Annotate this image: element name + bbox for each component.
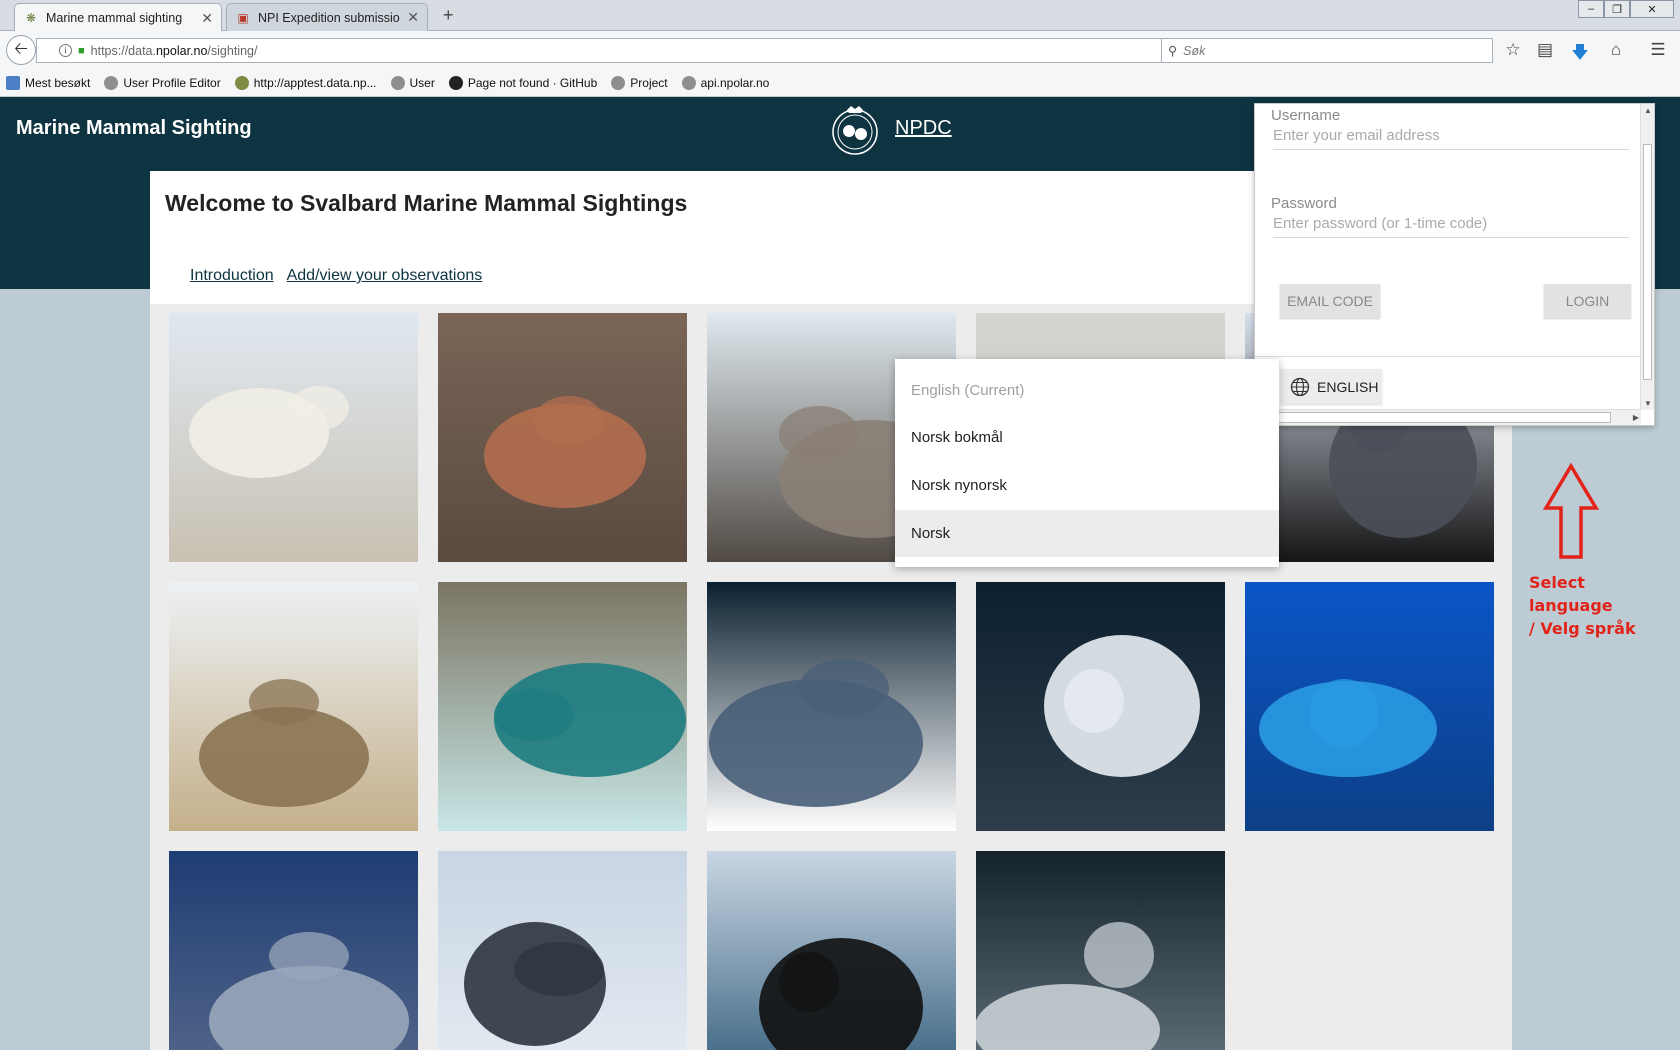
photo-fin-whale-blow[interactable]: [169, 851, 418, 1050]
home-icon[interactable]: ⌂: [1605, 40, 1627, 60]
language-option-norsk[interactable]: Norsk: [895, 510, 1279, 557]
photo-polar-bear-cub[interactable]: [169, 313, 418, 562]
bookmark-user[interactable]: User: [390, 75, 435, 90]
bookmark-project[interactable]: Project: [611, 75, 668, 90]
maximize-button[interactable]: ❐: [1604, 0, 1630, 18]
divider: [1255, 356, 1641, 357]
scroll-up-icon[interactable]: ▲: [1644, 106, 1652, 115]
globe-icon: [390, 75, 405, 90]
page-title: Welcome to Svalbard Marine Mammal Sighti…: [165, 190, 688, 216]
site-favicon-icon: ❋: [25, 11, 37, 25]
annotation-line-1: Select language: [1529, 573, 1613, 615]
language-option-norsk-bokmal[interactable]: Norsk bokmål: [895, 414, 1279, 461]
reading-list-icon[interactable]: ▤: [1534, 40, 1556, 60]
login-button[interactable]: LOGIN: [1544, 284, 1631, 318]
close-tab-icon[interactable]: ✕: [201, 10, 213, 27]
search-icon: ⚲: [1168, 44, 1178, 58]
site-info-icon[interactable]: i: [59, 44, 72, 57]
red-up-arrow-icon: [1543, 463, 1599, 559]
browser-search-box[interactable]: ⚲ Søk: [1161, 38, 1493, 63]
photo-orca-breach[interactable]: [707, 851, 956, 1050]
language-option-norsk-nynorsk[interactable]: Norsk nynorsk: [895, 462, 1279, 509]
search-placeholder: Søk: [1183, 43, 1206, 58]
scrollbar-thumb[interactable]: [1643, 144, 1652, 380]
photo-belugas[interactable]: [438, 582, 687, 831]
email-code-button[interactable]: EMAIL CODE: [1280, 284, 1380, 318]
tab-title: Marine mammal sighting: [46, 11, 183, 25]
photo-ringed-seal-pup[interactable]: [169, 582, 418, 831]
scroll-right-icon[interactable]: ▶: [1633, 413, 1639, 422]
select-language-annotation: Select language / Velg språk: [1529, 571, 1674, 640]
introduction-link[interactable]: Introduction: [190, 267, 274, 285]
globe-icon: [1290, 377, 1310, 396]
bookmark-most-visited[interactable]: Mest besøkt: [6, 75, 90, 90]
browser-navigation-bar: 🡠 i ■ https://data.npolar.no/sighting/ ↻…: [0, 31, 1680, 69]
bookmarks-toolbar: Mest besøkt User Profile Editor http://a…: [0, 69, 1680, 97]
browser-tab-strip: ❋ Marine mammal sighting ✕ ▣ NPI Expedit…: [0, 0, 1680, 32]
close-tab-icon[interactable]: ✕: [407, 9, 419, 26]
window-controls: – ❐ ✕: [1578, 0, 1674, 18]
github-icon: [448, 75, 463, 90]
npdc-link[interactable]: NPDC: [895, 117, 952, 140]
close-window-button[interactable]: ✕: [1630, 0, 1674, 18]
lock-icon: ■: [78, 44, 85, 57]
bookmark-api-npolar[interactable]: api.npolar.no: [681, 75, 769, 90]
bookmark-user-profile-editor[interactable]: User Profile Editor: [104, 75, 221, 90]
scrollbar-thumb[interactable]: [1261, 412, 1611, 423]
scroll-down-icon[interactable]: ▼: [1644, 399, 1652, 408]
photo-humpback-breach[interactable]: [438, 851, 687, 1050]
tab-marine-mammal-sighting[interactable]: ❋ Marine mammal sighting ✕: [14, 3, 222, 32]
annotation-line-2: / Velg språk: [1529, 619, 1636, 638]
bookmark-folder-icon: [6, 75, 20, 90]
language-menu: English (Current) Norsk bokmål Norsk nyn…: [895, 359, 1279, 567]
arrow-left-icon: 🡠: [14, 38, 28, 58]
globe-icon: [611, 75, 626, 90]
password-input[interactable]: [1273, 210, 1629, 238]
site-favicon-icon: [234, 75, 249, 90]
site-title[interactable]: Marine Mammal Sighting: [16, 117, 252, 140]
bookmark-apptest[interactable]: http://apptest.data.np...: [234, 75, 377, 90]
menu-icon[interactable]: ☰: [1647, 40, 1669, 60]
photo-whale-aerial-1[interactable]: [707, 582, 956, 831]
bookmark-star-icon[interactable]: ☆: [1502, 40, 1524, 60]
photo-narwhals-aerial[interactable]: [976, 851, 1225, 1050]
page-nav: Introduction Add/view your observations: [190, 267, 482, 285]
tab-title: NPI Expedition submission ...: [258, 10, 400, 25]
globe-icon: [104, 75, 119, 90]
expedition-favicon-icon: ▣: [237, 10, 249, 25]
login-panel: Username Password EMAIL CODE LOGIN ENGLI…: [1254, 103, 1655, 426]
bookmark-github[interactable]: Page not found · GitHub: [448, 75, 597, 90]
minimize-button[interactable]: –: [1578, 0, 1604, 18]
globe-icon: [681, 75, 696, 90]
npi-seal-logo-icon[interactable]: [829, 104, 881, 156]
tab-npi-expedition[interactable]: ▣ NPI Expedition submission ... ✕: [226, 3, 428, 31]
address-bar[interactable]: i ■ https://data.npolar.no/sighting/ ↻: [36, 38, 1184, 63]
photo-blue-whale-underwater[interactable]: [1245, 582, 1494, 831]
observations-link[interactable]: Add/view your observations: [287, 267, 483, 285]
vertical-scrollbar[interactable]: ▲ ▼: [1640, 104, 1654, 410]
url-text: https://data.npolar.no/sighting/: [90, 43, 258, 58]
language-option-english[interactable]: English (Current): [895, 367, 1279, 414]
language-button[interactable]: ENGLISH: [1281, 369, 1382, 404]
horizontal-scrollbar[interactable]: ▶: [1255, 409, 1641, 425]
new-tab-button[interactable]: +: [443, 5, 454, 26]
photo-walrus[interactable]: [438, 313, 687, 562]
downloads-icon[interactable]: 🡇: [1569, 40, 1591, 69]
photo-whale-aerial-2[interactable]: [976, 582, 1225, 831]
language-button-label: ENGLISH: [1317, 378, 1379, 395]
back-button[interactable]: 🡠: [6, 35, 36, 65]
username-input[interactable]: [1273, 122, 1629, 150]
